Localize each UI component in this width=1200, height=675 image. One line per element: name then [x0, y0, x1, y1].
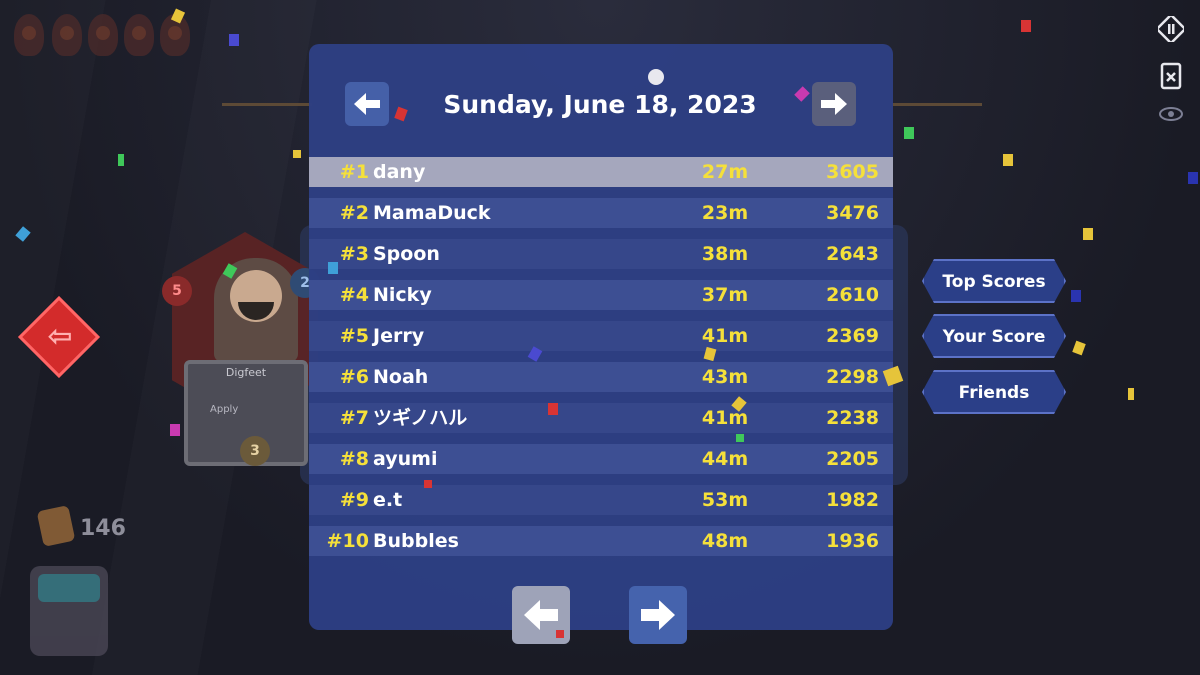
relic-heart-icon[interactable] — [14, 14, 44, 56]
row-time: 48m — [701, 530, 749, 552]
confetti-piece — [424, 480, 432, 488]
leaderboard-row[interactable]: #8 ayumi 44m 2205 — [309, 444, 893, 474]
row-player-name: dany — [373, 161, 426, 183]
row-player-name: ツギノハル — [373, 407, 468, 429]
confetti-piece — [170, 424, 180, 436]
character-cost-badge: 3 — [240, 436, 270, 466]
row-time: 38m — [701, 243, 749, 265]
confetti-piece — [1021, 20, 1031, 32]
leaderboard-row[interactable]: #4 Nicky 37m 2610 — [309, 280, 893, 310]
character-name: Digfeet — [225, 366, 267, 379]
confetti-piece — [548, 403, 558, 415]
confetti-piece — [904, 127, 914, 139]
relic-potion-icon[interactable] — [88, 14, 118, 56]
leaderboard-row[interactable]: #3 Spoon 38m 2643 — [309, 239, 893, 269]
back-arrow-icon: ⇦ — [47, 319, 73, 354]
leaderboard-row[interactable]: #1 dany 27m 3605 — [309, 157, 893, 187]
relic-shield-icon[interactable] — [52, 14, 82, 56]
pause-icon[interactable] — [1155, 13, 1187, 45]
row-time: 41m — [701, 325, 749, 347]
character-apply-label: Apply — [210, 404, 239, 415]
row-player-name: ayumi — [373, 448, 438, 470]
row-player-name: Jerry — [373, 325, 425, 347]
leaderboard-row[interactable]: #7 ツギノハル 41m 2238 — [309, 403, 893, 433]
row-score: 1982 — [826, 489, 879, 511]
row-time: 44m — [701, 448, 749, 470]
row-score: 2643 — [826, 243, 879, 265]
row-time: 53m — [701, 489, 749, 511]
row-player-name: Noah — [373, 366, 429, 388]
row-score: 2298 — [826, 366, 879, 388]
row-player-name: Spoon — [373, 243, 440, 265]
confetti-piece — [1003, 154, 1013, 166]
row-player-name: MamaDuck — [373, 202, 491, 224]
next-day-button[interactable] — [812, 82, 856, 126]
confetti-piece — [1128, 388, 1134, 400]
row-rank: #6 — [339, 366, 369, 388]
row-score: 2205 — [826, 448, 879, 470]
row-player-name: Bubbles — [373, 530, 459, 552]
confetti-piece — [328, 262, 338, 274]
row-time: 43m — [701, 366, 749, 388]
row-rank: #8 — [339, 448, 369, 470]
row-rank: #2 — [339, 202, 369, 224]
character-level-badge: 5 — [162, 276, 192, 306]
row-rank: #9 — [339, 489, 369, 511]
page-indicator-dot — [648, 69, 664, 85]
row-time: 41m — [701, 407, 749, 429]
confetti-piece — [118, 154, 124, 166]
arrow-right-icon — [641, 600, 675, 630]
confetti-piece — [15, 226, 31, 242]
row-score: 2238 — [826, 407, 879, 429]
row-rank: #7 — [339, 407, 369, 429]
arrow-right-icon — [821, 93, 847, 115]
treasure-chest-icon[interactable] — [30, 566, 108, 656]
row-score: 2369 — [826, 325, 879, 347]
confetti-piece — [1071, 290, 1081, 302]
relic-bell-icon[interactable] — [124, 14, 154, 56]
row-rank: #1 — [339, 161, 369, 183]
confetti-piece — [1083, 228, 1093, 240]
leaderboard-row[interactable]: #6 Noah 43m 2298 — [309, 362, 893, 392]
row-score: 1936 — [826, 530, 879, 552]
coin-count: 146 — [80, 516, 126, 541]
row-score: 2610 — [826, 284, 879, 306]
confetti-piece — [293, 150, 301, 158]
row-player-name: e.t — [373, 489, 403, 511]
coin-pouch-icon — [36, 505, 76, 547]
confetti-piece — [1188, 172, 1198, 184]
row-rank: #10 — [326, 530, 369, 552]
row-score: 3605 — [826, 161, 879, 183]
confetti-piece — [1072, 340, 1086, 356]
row-player-name: Nicky — [373, 284, 432, 306]
row-time: 23m — [701, 202, 749, 224]
friends-button[interactable]: Friends — [922, 370, 1066, 414]
leaderboard-row[interactable]: #10 Bubbles 48m 1936 — [309, 526, 893, 556]
your-score-button[interactable]: Your Score — [922, 314, 1066, 358]
row-time: 27m — [701, 161, 749, 183]
leaderboard-row[interactable]: #9 e.t 53m 1982 — [309, 485, 893, 515]
next-page-button[interactable] — [629, 586, 687, 644]
leaderboard-row[interactable]: #5 Jerry 41m 2369 — [309, 321, 893, 351]
confetti-piece — [229, 34, 239, 46]
row-rank: #5 — [339, 325, 369, 347]
row-score: 3476 — [826, 202, 879, 224]
confetti-piece — [736, 434, 744, 442]
row-rank: #4 — [339, 284, 369, 306]
leaderboard-date: Sunday, June 18, 2023 — [443, 90, 757, 119]
row-time: 37m — [701, 284, 749, 306]
leaderboard-row[interactable]: #2 MamaDuck 23m 3476 — [309, 198, 893, 228]
confetti-piece — [556, 630, 564, 638]
top-scores-button[interactable]: Top Scores — [922, 259, 1066, 303]
card-deck-icon[interactable] — [1158, 62, 1184, 90]
